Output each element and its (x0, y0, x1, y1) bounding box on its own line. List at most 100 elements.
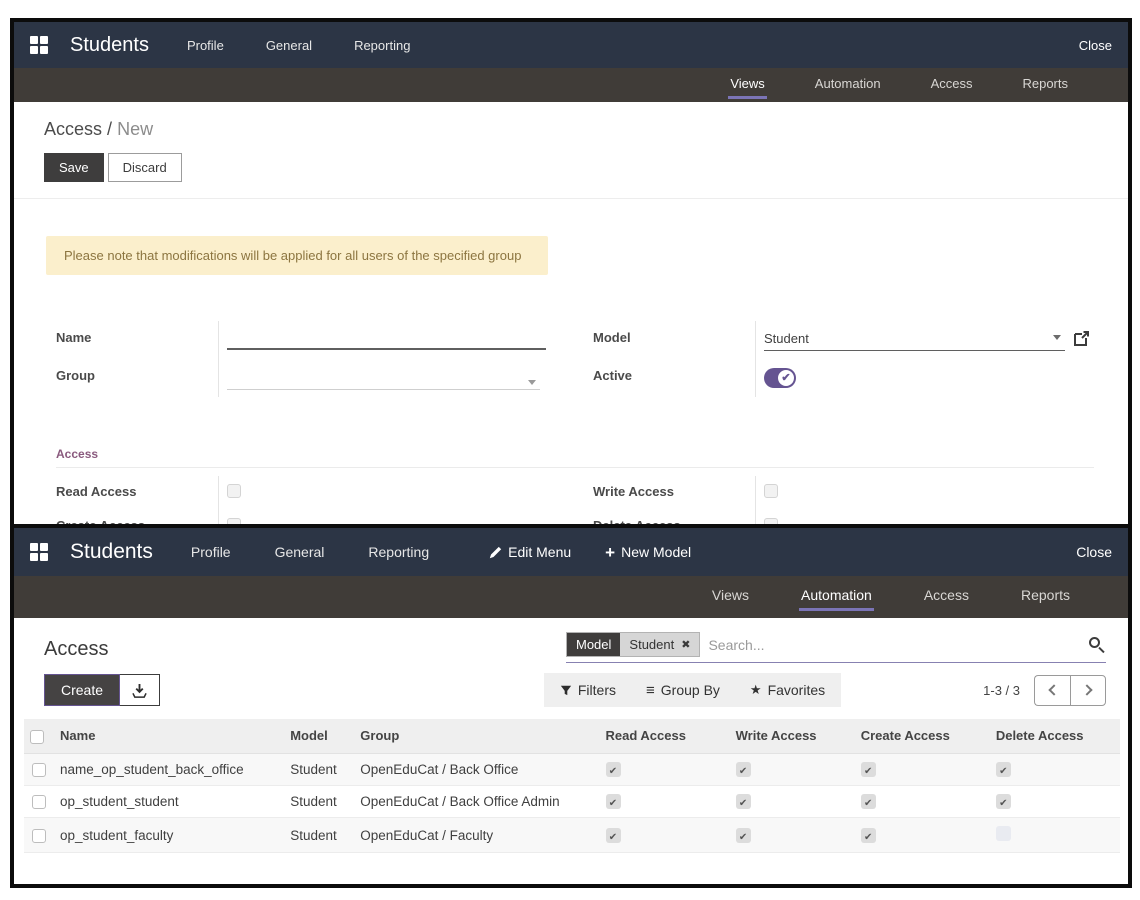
search-icon[interactable] (1088, 636, 1106, 654)
breadcrumb-parent[interactable]: Access (44, 119, 102, 139)
pager-range: 1-3 / 3 (983, 683, 1020, 698)
pager-next-button[interactable] (1070, 675, 1106, 706)
tab-views[interactable]: Views (728, 72, 766, 99)
group-select[interactable] (227, 368, 540, 390)
column-header-delete-access[interactable]: Delete Access (990, 719, 1120, 753)
apps-grid-icon[interactable] (30, 543, 48, 561)
delete-access-checkbox[interactable] (996, 826, 1011, 841)
active-label: Active (593, 359, 755, 397)
discard-button[interactable]: Discard (108, 153, 182, 182)
column-header-model[interactable]: Model (284, 719, 354, 753)
name-label: Name (56, 321, 218, 359)
edit-menu-button[interactable]: Edit Menu (489, 544, 571, 560)
column-header-name[interactable]: Name (54, 719, 284, 753)
delete-access-checkbox[interactable] (996, 762, 1011, 777)
model-value: Student (764, 331, 809, 346)
breadcrumb: Access / New (44, 119, 1128, 140)
nav-actions: Edit Menu + New Model (489, 544, 691, 561)
cell-model: Student (284, 753, 354, 785)
studio-tabbar: Views Automation Access Reports (14, 576, 1128, 618)
nav-item-profile[interactable]: Profile (191, 544, 231, 560)
pager: 1-3 / 3 (983, 675, 1106, 706)
nav-item-general[interactable]: General (266, 38, 312, 53)
cell-group: OpenEduCat / Back Office Admin (354, 786, 599, 818)
read-access-checkbox[interactable] (606, 794, 621, 809)
field-read-access: Read Access (56, 476, 557, 510)
nav-menu: Profile General Reporting (191, 544, 429, 560)
tab-reports[interactable]: Reports (1019, 583, 1072, 611)
field-group: Group (56, 359, 557, 397)
model-select[interactable]: Student (764, 331, 1065, 351)
save-button[interactable]: Save (44, 153, 104, 182)
list-toolbar: Create Filters ≡ Group By (14, 663, 1128, 707)
form-grid: Name Group Model (56, 321, 1094, 397)
select-all-checkbox[interactable] (30, 730, 44, 744)
column-header-create-access[interactable]: Create Access (855, 719, 990, 753)
row-checkbox[interactable] (32, 763, 46, 777)
window-access-list: Students Profile General Reporting Edit … (10, 524, 1132, 888)
access-table: Name Model Group Read Access Write Acces… (24, 719, 1120, 853)
facet-remove-icon[interactable]: ✖ (681, 638, 690, 651)
tab-reports[interactable]: Reports (1020, 72, 1070, 99)
table-header-row: Name Model Group Read Access Write Acces… (24, 719, 1120, 753)
tab-automation[interactable]: Automation (799, 583, 874, 611)
tab-views[interactable]: Views (710, 583, 751, 611)
table-row[interactable]: op_student_faculty Student OpenEduCat / … (24, 818, 1120, 853)
close-button[interactable]: Close (1076, 544, 1112, 560)
nav-item-general[interactable]: General (275, 544, 325, 560)
plus-icon: + (605, 544, 615, 561)
group-by-button[interactable]: ≡ Group By (646, 682, 720, 698)
write-access-checkbox[interactable] (764, 484, 778, 498)
tab-access[interactable]: Access (929, 72, 975, 99)
tab-access[interactable]: Access (922, 583, 971, 611)
search-input[interactable] (700, 633, 1088, 657)
page-title: Access (44, 638, 108, 661)
nav-item-reporting[interactable]: Reporting (354, 38, 410, 53)
sheet-divider (14, 198, 1128, 199)
breadcrumb-current: New (117, 119, 153, 139)
star-icon: ★ (750, 682, 762, 698)
group-by-icon: ≡ (646, 683, 655, 698)
model-label: Model (593, 321, 755, 359)
column-header-group[interactable]: Group (354, 719, 599, 753)
write-access-checkbox[interactable] (736, 828, 751, 843)
form-left-column: Name Group (56, 321, 557, 397)
favorites-button[interactable]: ★ Favorites (750, 682, 825, 698)
create-button[interactable]: Create (44, 674, 120, 706)
app-title[interactable]: Students (70, 34, 149, 57)
create-access-checkbox[interactable] (861, 794, 876, 809)
row-checkbox[interactable] (32, 829, 46, 843)
search-bar: Model Student ✖ (566, 632, 1106, 663)
access-section-title: Access (56, 447, 1128, 461)
cell-name: op_student_faculty (54, 818, 284, 853)
filters-button[interactable]: Filters (560, 682, 616, 698)
studio-tabbar: Views Automation Access Reports (14, 68, 1128, 102)
pencil-icon (489, 546, 502, 559)
table-row[interactable]: name_op_student_back_office Student Open… (24, 753, 1120, 785)
column-header-write-access[interactable]: Write Access (730, 719, 855, 753)
close-button[interactable]: Close (1079, 38, 1112, 53)
cell-name: name_op_student_back_office (54, 753, 284, 785)
write-access-checkbox[interactable] (736, 794, 751, 809)
delete-access-checkbox[interactable] (996, 794, 1011, 809)
create-access-checkbox[interactable] (861, 762, 876, 777)
external-link-icon[interactable] (1073, 330, 1090, 352)
nav-item-profile[interactable]: Profile (187, 38, 224, 53)
app-title[interactable]: Students (70, 540, 153, 564)
active-toggle[interactable]: ✔ (764, 368, 796, 388)
table-row[interactable]: op_student_student Student OpenEduCat / … (24, 786, 1120, 818)
export-button[interactable] (120, 674, 160, 706)
tab-automation[interactable]: Automation (813, 72, 883, 99)
write-access-checkbox[interactable] (736, 762, 751, 777)
pager-previous-button[interactable] (1034, 675, 1070, 706)
nav-item-reporting[interactable]: Reporting (368, 544, 429, 560)
create-access-checkbox[interactable] (861, 828, 876, 843)
apps-grid-icon[interactable] (30, 36, 48, 54)
new-model-button[interactable]: + New Model (605, 544, 691, 561)
read-access-checkbox[interactable] (606, 828, 621, 843)
read-access-checkbox[interactable] (227, 484, 241, 498)
read-access-checkbox[interactable] (606, 762, 621, 777)
name-input[interactable] (227, 330, 546, 350)
row-checkbox[interactable] (32, 795, 46, 809)
column-header-read-access[interactable]: Read Access (600, 719, 730, 753)
